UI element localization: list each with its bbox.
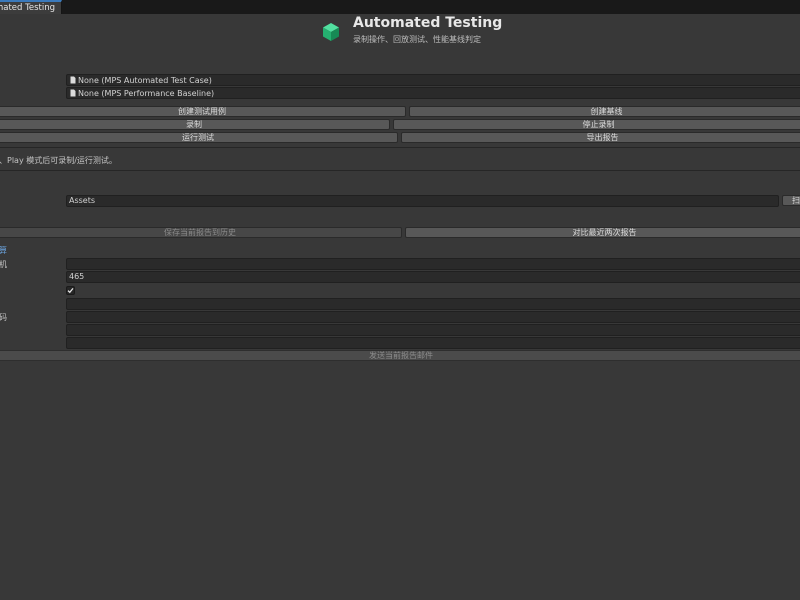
- create-baseline-button[interactable]: 创建基线: [409, 106, 800, 117]
- compare-reports-button[interactable]: 对比最近两次报告: [405, 227, 800, 238]
- email-to-field[interactable]: [66, 337, 800, 349]
- play-mode-hint: 、Play 模式后可录制/运行测试。: [0, 156, 117, 165]
- ssl-checkbox[interactable]: [66, 286, 75, 295]
- tab-automated-testing[interactable]: Automated Testing: [0, 0, 62, 14]
- send-report-email-button[interactable]: 发送当前报告邮件: [0, 350, 800, 361]
- smtp-host-label: 机: [0, 260, 7, 269]
- email-from-field[interactable]: [66, 324, 800, 336]
- email-password-label: 码: [0, 313, 7, 322]
- page-title: Automated Testing: [353, 15, 503, 31]
- divider: [0, 147, 800, 148]
- scan-button[interactable]: 扫: [782, 195, 800, 206]
- export-report-button[interactable]: 导出报告: [401, 132, 800, 143]
- run-test-button[interactable]: 运行测试: [0, 132, 398, 143]
- divider: [0, 170, 800, 171]
- smtp-host-field[interactable]: [66, 258, 800, 270]
- test-case-field-value: None (MPS Automated Test Case): [78, 75, 212, 85]
- document-icon: [70, 76, 76, 84]
- baseline-object-field[interactable]: None (MPS Performance Baseline): [66, 87, 800, 99]
- stop-record-button[interactable]: 停止录制: [393, 119, 800, 130]
- green-cube-icon: [322, 22, 340, 42]
- baseline-field-value: None (MPS Performance Baseline): [78, 88, 215, 98]
- checkmark-icon: [67, 287, 74, 294]
- record-button[interactable]: 录制: [0, 119, 390, 130]
- email-username-field[interactable]: [66, 298, 800, 310]
- save-report-history-button[interactable]: 保存当前报告到历史: [0, 227, 402, 238]
- email-settings-foldout[interactable]: 算: [0, 245, 7, 256]
- document-icon: [70, 89, 76, 97]
- folder-path-field[interactable]: Assets: [66, 195, 779, 207]
- window-tab-strip: [0, 0, 800, 14]
- smtp-port-field[interactable]: 465: [66, 271, 800, 283]
- test-case-object-field[interactable]: None (MPS Automated Test Case): [66, 74, 800, 86]
- email-password-field[interactable]: [66, 311, 800, 323]
- page-subtitle: 录制操作、回放测试、性能基线判定: [353, 35, 481, 44]
- tab-label: Automated Testing: [0, 3, 55, 13]
- create-test-case-button[interactable]: 创建测试用例: [0, 106, 406, 117]
